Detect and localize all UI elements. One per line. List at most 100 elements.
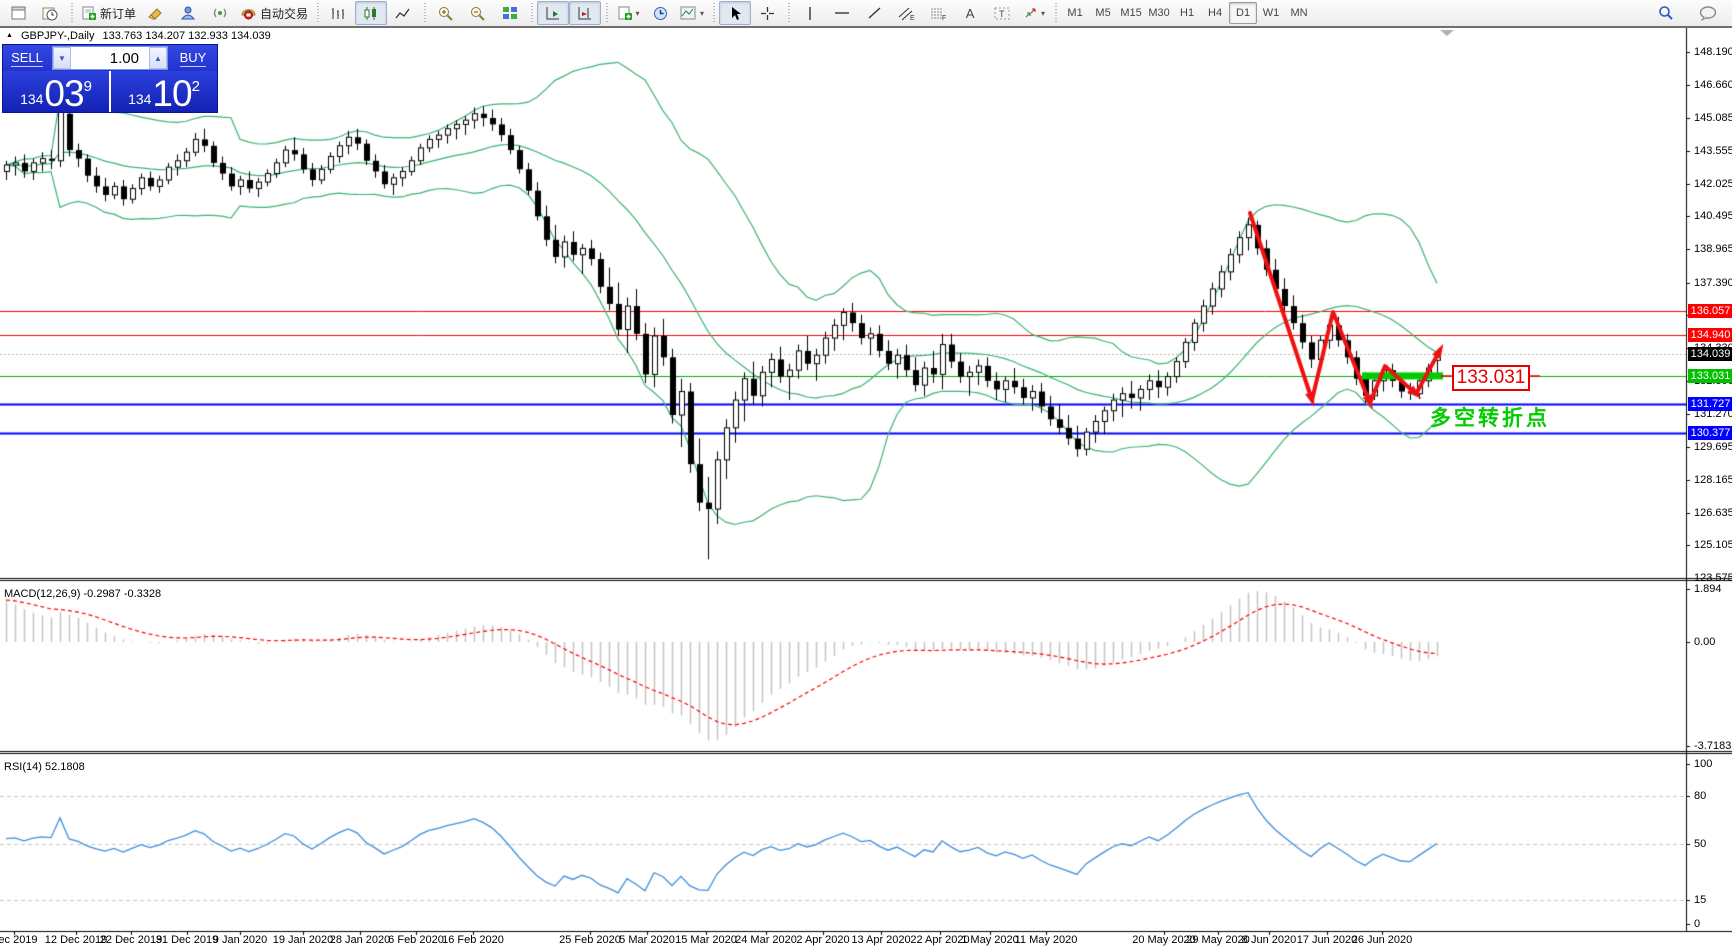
candlestick-mode-icon[interactable] [355, 1, 388, 25]
date-tick-label: 2 Apr 2020 [796, 934, 850, 946]
rsi-tick-label: 0 [1694, 918, 1701, 930]
vertical-line-tool-icon[interactable] [794, 1, 826, 25]
toolbar-separator [315, 3, 321, 23]
tf-button-H1[interactable]: H1 [1173, 2, 1201, 24]
tf-button-MN[interactable]: MN [1285, 2, 1313, 24]
tile-windows-icon[interactable] [494, 1, 526, 25]
price-level-tag[interactable]: 131.727 [1688, 396, 1732, 411]
label-tool-icon[interactable]: T [986, 1, 1018, 25]
autotrading-label: 自动交易 [260, 6, 309, 21]
price-tick-label: 148.190 [1694, 45, 1732, 58]
date-tick-label: 6 Feb 2020 [388, 934, 444, 946]
one-click-trade-panel: SELL ▼ 1.00 ▲ BUY 134 03 9 134 10 2 [2, 44, 218, 113]
toolbar-separator [711, 3, 717, 23]
tf-button-M30[interactable]: M30 [1145, 2, 1173, 24]
signal-icon[interactable] [204, 1, 236, 25]
price-tick-label: 128.165 [1694, 473, 1732, 486]
zoom-in-icon[interactable] [430, 1, 462, 25]
expert-advisor-icon[interactable] [172, 1, 204, 25]
eraser-icon[interactable] [140, 1, 172, 25]
shapes-tool-icon[interactable]: ▾ [1018, 1, 1050, 25]
price-tick-label: 145.085 [1694, 112, 1732, 125]
sell-button[interactable]: SELL [3, 45, 51, 71]
date-tick-label: 16 Feb 2020 [442, 934, 504, 946]
cursor-icon[interactable] [719, 1, 752, 25]
price-tick-label: 137.390 [1694, 276, 1732, 289]
macd-tick-label: 1.894 [1694, 582, 1722, 595]
volume-decrease-button[interactable]: ▼ [53, 47, 71, 69]
date-tick-label: 25 Feb 2020 [559, 934, 621, 946]
dropdown-caret: ▾ [635, 8, 640, 18]
macd-tick-label: 0.00 [1694, 636, 1716, 648]
turning-point-annotation[interactable]: 多空转折点 [1430, 402, 1550, 432]
trendline-tool-icon[interactable] [858, 1, 890, 25]
sell-price-pip: 9 [83, 78, 92, 95]
rsi-tick-label: 15 [1694, 894, 1707, 906]
date-tick-label: 26 Jun 2020 [1351, 934, 1413, 946]
buy-price-pip: 2 [191, 78, 200, 95]
autotrading-button[interactable]: 自动交易 [236, 1, 312, 25]
buy-button[interactable]: BUY [169, 45, 217, 71]
toolbar-separator [529, 3, 535, 23]
date-tick-label: 8 Jun 2020 [1241, 934, 1297, 946]
crosshair-icon[interactable] [751, 1, 783, 25]
date-tick-label: 31 Dec 2019 [155, 934, 219, 946]
buy-price-prefix: 134 [128, 91, 152, 107]
price-level-tag[interactable]: 133.031 [1688, 368, 1732, 383]
add-indicator-icon[interactable]: ▾ [612, 1, 644, 25]
tf-button-H4[interactable]: H4 [1201, 2, 1229, 24]
bar-chart-mode-icon[interactable] [323, 1, 355, 25]
sell-price-button[interactable]: 134 03 9 [3, 71, 109, 112]
tf-button-D1[interactable]: D1 [1229, 2, 1258, 24]
tf-button-W1[interactable]: W1 [1257, 2, 1285, 24]
price-level-tag[interactable]: 130.377 [1688, 425, 1732, 440]
new-order-label: 新订单 [100, 6, 137, 21]
tf-button-M5[interactable]: M5 [1089, 2, 1117, 24]
macd-tick-label: -3.7183 [1694, 740, 1732, 753]
history-center-icon[interactable] [34, 1, 66, 25]
template-icon[interactable]: ▾ [676, 1, 708, 25]
date-tick-label: 12 Dec 2019 [44, 934, 108, 946]
channel-tool-icon[interactable]: E [890, 1, 922, 25]
horizontal-line-tool-icon[interactable] [826, 1, 858, 25]
svg-text:T: T [999, 9, 1005, 19]
search-icon[interactable] [1650, 1, 1682, 25]
mt4-window: 新订单 自动交易 ▾ ▾ E F A T ▾ M1 M5 M15 M30 H1 … [0, 0, 1732, 949]
chart-window-icon[interactable] [2, 1, 34, 25]
price-level-tag[interactable]: 134.039 [1688, 347, 1732, 362]
date-tick-label: 13 Apr 2020 [851, 934, 911, 946]
volume-increase-button[interactable]: ▲ [149, 47, 167, 69]
auto-scroll-icon[interactable] [537, 1, 570, 25]
chat-icon[interactable] [1692, 1, 1724, 25]
toolbar-separator [422, 3, 428, 23]
date-tick-label: 5 Mar 2020 [619, 934, 675, 946]
period-clock-icon[interactable] [644, 1, 676, 25]
rsi-tick-label: 80 [1694, 790, 1707, 802]
chart-shift-icon[interactable] [569, 1, 602, 25]
tf-button-M15[interactable]: M15 [1117, 2, 1145, 24]
tf-button-M1[interactable]: M1 [1061, 2, 1089, 24]
rsi-tick-label: 50 [1694, 838, 1707, 850]
date-tick-label: Dec 2019 [0, 934, 38, 946]
price-tick-label: 129.695 [1694, 441, 1732, 454]
dropdown-caret: ▾ [1041, 8, 1046, 18]
price-tick-label: 125.105 [1694, 539, 1732, 552]
fibonacci-tool-icon[interactable]: F [922, 1, 954, 25]
price-callout-box[interactable]: 133.031 [1452, 365, 1530, 391]
text-tool-icon[interactable]: A [954, 1, 986, 25]
date-tick-label: 22 Dec 2019 [99, 934, 163, 946]
buy-price-button[interactable]: 134 10 2 [111, 71, 217, 112]
volume-stepper: ▼ 1.00 ▲ [52, 46, 168, 70]
new-order-button[interactable]: 新订单 [77, 1, 140, 25]
date-tick-label: 1 May 2020 [961, 934, 1019, 946]
price-level-tag[interactable]: 134.940 [1688, 328, 1732, 343]
chart-canvas[interactable] [0, 0, 1732, 949]
volume-value[interactable]: 1.00 [71, 47, 149, 69]
price-tick-label: 126.635 [1694, 506, 1732, 519]
price-level-tag[interactable]: 136.057 [1688, 304, 1732, 319]
ohlc-values: 133.763 134.207 132.933 134.039 [102, 30, 271, 42]
zoom-out-icon[interactable] [462, 1, 494, 25]
date-tick-label: 19 Jan 2020 [272, 934, 334, 946]
line-chart-mode-icon[interactable] [387, 1, 419, 25]
date-tick-label: 28 Jan 2020 [329, 934, 391, 946]
